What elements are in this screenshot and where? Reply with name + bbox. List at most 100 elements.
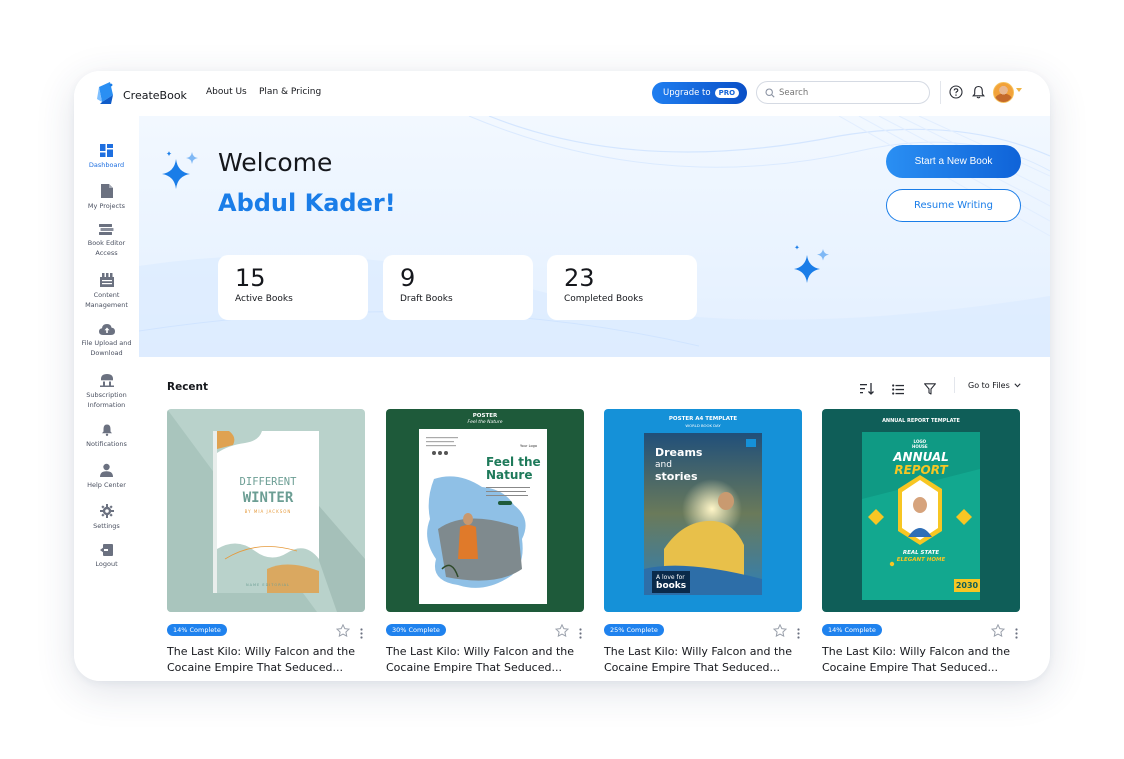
more-options-icon[interactable] <box>1015 624 1018 643</box>
sidebar-item-label: Subscription Information <box>86 391 127 409</box>
document-icon <box>74 184 139 198</box>
progress-badge: 30% Complete <box>386 624 446 636</box>
pro-badge: PRO <box>714 88 740 98</box>
book-card[interactable]: DIFFERENT WINTER BY MIA JACKSON NAME EDI… <box>167 409 365 676</box>
bell-icon[interactable] <box>972 84 985 103</box>
sidebar-item-label: Book Editor Access <box>87 239 126 257</box>
sidebar-item-book-editor-access[interactable]: Book Editor Access <box>74 224 139 258</box>
cover-headline-line2: and <box>655 460 672 470</box>
stat-value: 23 <box>564 264 595 292</box>
sidebar-item-logout[interactable]: Logout <box>74 544 139 569</box>
cover-footer: NAME EDITORIAL <box>246 583 290 587</box>
star-icon[interactable] <box>990 622 1006 641</box>
nav-plan-pricing[interactable]: Plan & Pricing <box>259 87 321 97</box>
cover-caption-line2: ELEGANT HOME <box>896 557 946 563</box>
welcome-banner: Welcome Abdul Kader! Start a New Book Re… <box>139 116 1050 357</box>
list-view-icon[interactable] <box>892 380 904 399</box>
card-meta: 14% Complete <box>167 618 365 642</box>
app-window: CreateBook About Us Plan & Pricing Upgra… <box>74 71 1050 681</box>
stat-label: Completed Books <box>564 294 644 304</box>
book-cover[interactable]: POSTER Feel the Nature Feel the Nature Y… <box>386 409 584 612</box>
card-meta: 25% Complete <box>604 618 802 642</box>
sidebar-item-subscription[interactable]: Subscription Information <box>74 373 139 410</box>
sidebar-item-label: Settings <box>93 522 120 530</box>
sidebar-item-settings[interactable]: Settings <box>74 504 139 531</box>
stat-card-active: 15 Active Books <box>218 255 368 320</box>
welcome-heading: Welcome <box>218 148 333 177</box>
go-to-files-dropdown[interactable]: Go to Files <box>968 381 1021 390</box>
search-icon <box>765 83 775 102</box>
sidebar-item-file-upload[interactable]: File Upload and Download <box>74 323 139 358</box>
content-management-icon <box>74 273 139 287</box>
book-card[interactable]: POSTER A4 TEMPLATE WORLD BOOK DAY Dreams… <box>604 409 802 676</box>
search-box[interactable] <box>756 81 930 104</box>
sidebar-item-content-management[interactable]: Content Management <box>74 273 139 310</box>
toolbar-divider <box>954 377 955 393</box>
cover-year: 2030 <box>955 581 979 590</box>
bell-icon <box>74 424 139 436</box>
more-options-icon[interactable] <box>797 624 800 643</box>
progress-badge: 14% Complete <box>822 624 882 636</box>
book-title[interactable]: The Last Kilo: Willy Falcon and the Coca… <box>604 644 802 676</box>
cover-caption: REAL STATE ELEGANT HOME <box>862 550 980 564</box>
book-cover[interactable]: DIFFERENT WINTER BY MIA JACKSON NAME EDI… <box>167 409 365 612</box>
sidebar: Dashboard My Projects Book Editor Access… <box>74 116 139 681</box>
stat-value: 15 <box>235 264 266 292</box>
cover-caption-line1: REAL STATE <box>902 550 940 556</box>
upgrade-button[interactable]: Upgrade to PRO <box>652 82 747 104</box>
book-title[interactable]: The Last Kilo: Willy Falcon and the Coca… <box>822 644 1020 676</box>
help-center-icon <box>74 463 139 477</box>
sidebar-item-label: Content Management <box>85 291 128 309</box>
brand-logo[interactable]: CreateBook <box>96 81 187 109</box>
sidebar-item-label: File Upload and Download <box>81 339 132 357</box>
stat-value: 9 <box>400 264 416 292</box>
sidebar-item-notifications[interactable]: Notifications <box>74 424 139 449</box>
sort-icon[interactable] <box>860 380 874 399</box>
chevron-down-icon[interactable] <box>1016 88 1022 92</box>
search-input[interactable] <box>779 87 919 98</box>
sidebar-item-label: Help Center <box>87 481 126 489</box>
user-avatar[interactable] <box>993 82 1014 103</box>
sidebar-item-my-projects[interactable]: My Projects <box>74 184 139 211</box>
cover-title-line2: WINTER <box>242 490 294 506</box>
sparkle-icon <box>160 149 202 197</box>
logout-icon <box>74 544 139 556</box>
help-icon[interactable] <box>949 84 963 103</box>
star-icon[interactable] <box>772 622 788 641</box>
nav-about-us[interactable]: About Us <box>206 87 247 97</box>
card-meta: 30% Complete <box>386 618 584 642</box>
resume-writing-button[interactable]: Resume Writing <box>886 189 1021 222</box>
more-options-icon[interactable] <box>360 624 363 643</box>
cover-logo-line2: HOUSE <box>912 444 928 449</box>
books-stack-icon <box>74 224 139 235</box>
cover-headline-line3: stories <box>655 470 698 483</box>
book-cover[interactable]: POSTER A4 TEMPLATE WORLD BOOK DAY Dreams… <box>604 409 802 612</box>
cover-title-line1: DIFFERENT <box>239 476 297 488</box>
book-title[interactable]: The Last Kilo: Willy Falcon and the Coca… <box>386 644 584 676</box>
cover-headline: Dreams and stories <box>655 447 702 482</box>
cover-logo: LOGO HOUSE <box>912 439 928 449</box>
cover-headline-line2: Nature <box>486 468 533 482</box>
cover-art <box>419 429 547 604</box>
filter-icon[interactable] <box>924 380 936 399</box>
gear-icon <box>74 504 139 518</box>
star-icon[interactable] <box>335 622 351 641</box>
divider <box>940 81 941 104</box>
book-card[interactable]: ANNUAL REPORT TEMPLATE LOGO HOUSE ANNUAL… <box>822 409 1020 676</box>
book-title[interactable]: The Last Kilo: Willy Falcon and the Coca… <box>167 644 365 676</box>
book-card[interactable]: POSTER Feel the Nature Feel the Nature Y… <box>386 409 584 676</box>
cover-headline: ANNUAL REPORT <box>862 451 980 477</box>
stat-label: Active Books <box>235 294 293 304</box>
stat-card-draft: 9 Draft Books <box>383 255 533 320</box>
star-icon[interactable] <box>554 622 570 641</box>
start-new-book-button[interactable]: Start a New Book <box>886 145 1021 178</box>
go-to-files-label: Go to Files <box>968 381 1010 390</box>
cover-headline-line1: Dreams <box>655 446 703 459</box>
sparkle-icon <box>790 243 834 291</box>
book-cover[interactable]: ANNUAL REPORT TEMPLATE LOGO HOUSE ANNUAL… <box>822 409 1020 612</box>
sidebar-item-help-center[interactable]: Help Center <box>74 463 139 490</box>
more-options-icon[interactable] <box>579 624 582 643</box>
brand-name: CreateBook <box>123 88 187 102</box>
sidebar-item-dashboard[interactable]: Dashboard <box>74 144 139 170</box>
cover-tag: A love for books <box>652 571 691 593</box>
